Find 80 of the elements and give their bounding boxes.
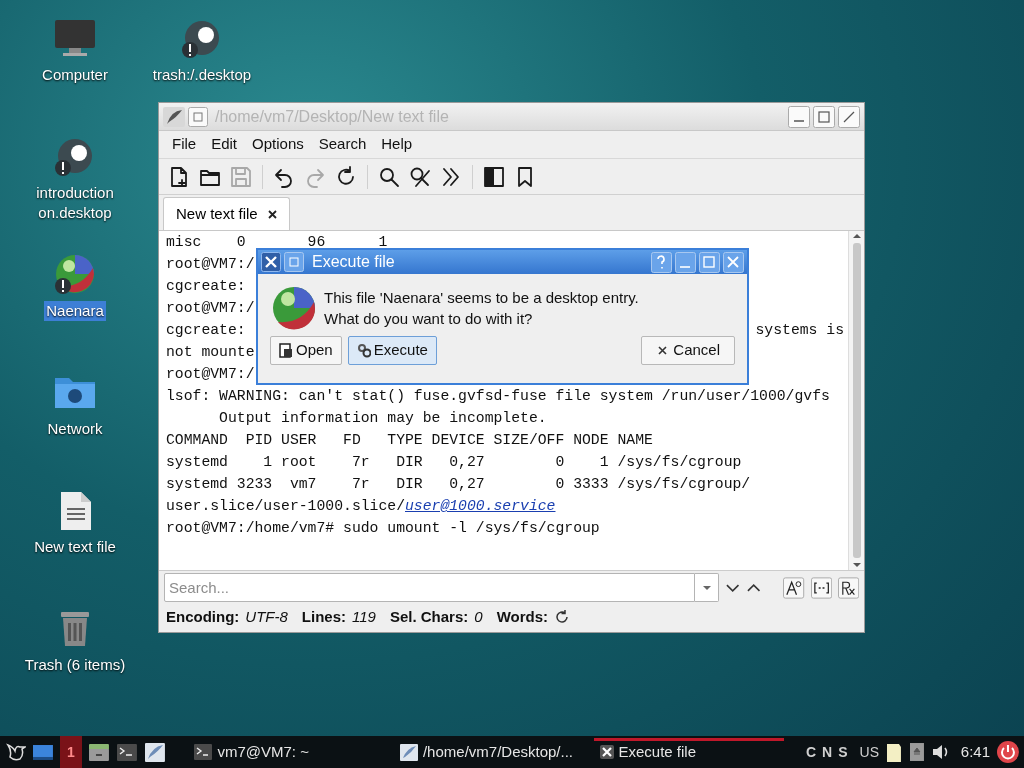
menu-item[interactable]: Search [311,133,374,156]
menu-item[interactable]: File [165,133,204,156]
desktop-icon[interactable] [31,742,54,762]
search-field[interactable]: Search... [164,573,695,602]
menu-item[interactable]: Options [245,133,311,156]
globe-icon[interactable] [53,254,97,294]
status-value: 0 [474,606,483,627]
status-label: Encoding: [166,606,240,627]
code-line: systemd 3233 vm7 7r DIR 0,27 0 3333 /sys/fs/cgroup/ [166,474,751,494]
tab[interactable]: New text file [163,197,290,230]
dialog-button[interactable]: Open [270,336,342,365]
terminal-icon [193,743,214,761]
message-text: What do you want to do with it? [324,309,534,329]
dialog-title: Execute file [312,252,396,272]
keyboard-layout[interactable]: US [859,741,879,763]
help-icon[interactable] [651,251,672,273]
icon-label[interactable]: Trash (6 items) [22,655,128,675]
feather-icon [163,106,185,127]
whole-word-icon[interactable] [810,576,832,599]
feather-icon [398,743,419,761]
drive-icon[interactable] [908,742,925,762]
link[interactable]: user@1000.service [405,494,556,518]
clock[interactable]: 6:41 [960,740,991,764]
gears-icon [356,343,371,358]
icon-label[interactable]: Naenara [44,301,106,321]
globe-icon [272,286,316,330]
dialog-button[interactable]: Cancel [641,336,735,365]
code-line: not mounte [166,342,255,362]
scrollbar[interactable] [848,231,864,570]
minimize-icon[interactable] [788,105,810,128]
code-line: root@VM7:/ [166,254,255,274]
task-button[interactable]: Execute file [594,736,794,768]
status-label: Lines: [301,606,346,627]
code-line: systems is [755,320,844,340]
feather-icon[interactable] [143,742,166,762]
code-line: root@VM7:/ [166,364,255,384]
icon-label[interactable]: Computer [40,65,110,85]
status-value: UTF-8 [245,606,288,627]
bird-icon[interactable] [4,741,26,763]
status-label: Words: [496,606,549,627]
match-case-icon[interactable] [783,576,805,599]
file-cabinet-icon[interactable] [87,742,110,762]
code-line: user.slice/user-1000.slice/ [166,496,405,516]
document-icon [279,343,293,358]
task-button[interactable]: vm7@VM7: ~ [187,736,387,768]
dialog-button[interactable]: Execute [347,336,437,365]
power-icon[interactable] [996,740,1020,764]
icon-label[interactable]: Network [45,419,105,439]
workspace-button[interactable]: 1 [59,736,82,768]
code-line: root@VM7:/ [166,298,255,318]
menu-item[interactable]: Edit [204,133,245,156]
code-line: Output information may be incomplete. [218,408,547,428]
code-line: misc 0 96 1 [166,232,388,252]
lock-indicator: S [838,742,848,762]
lock-indicator: N [822,742,833,762]
icon-label[interactable]: trash:/.desktop [150,65,254,85]
code-line: COMMAND PID USER FD TYPE DEVICE SIZE/OFF NODE NAME [166,430,653,450]
terminal-icon[interactable] [115,742,138,762]
code-line: lsof: WARNING: can't stat() fuse.gvfsd-fuse file system /run/user/1000/gvfs [166,386,830,406]
down-arrow-icon [851,560,862,570]
message-text: This file 'Naenara' seems to be a desktop entry. [324,288,639,308]
code-line: cgcreate: [166,276,246,296]
refresh-icon[interactable] [554,609,571,625]
lock-indicator: C [805,742,817,762]
code-line: systemd 1 root 7r DIR 0,27 0 1 /sys/fs/cgroup [166,452,742,472]
up-arrow-icon [851,231,862,241]
code-line: root@VM7:/home/vm7# sudo umount -l /sys/fs/cgroup [166,518,600,538]
monitor-icon[interactable] [53,18,97,58]
icon-label[interactable]: introduction on.desktop [15,183,135,223]
maximize-icon[interactable] [813,105,835,128]
menu-item[interactable]: Help [374,133,420,156]
code-line: cgcreate: [166,320,246,340]
caret-icon [701,584,712,591]
side-pane-icon[interactable] [482,164,506,189]
task-button[interactable]: /home/vm7/Desktop/... [392,736,589,768]
clipboard-icon[interactable] [885,741,903,763]
regex-icon[interactable] [837,576,859,599]
status-value: 119 [352,606,376,627]
status-label: Sel. Chars: [389,606,469,627]
icon-label[interactable]: New text file [32,537,118,557]
